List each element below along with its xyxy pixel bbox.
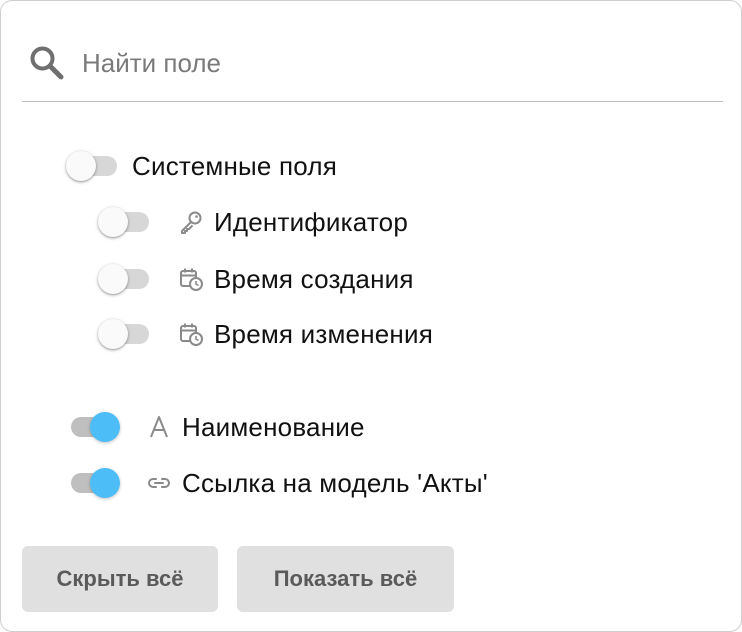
search-icon [30,46,64,80]
field-label: Время создания [214,263,414,294]
field-row-link-acts: Ссылка на модель 'Акты' [66,463,488,503]
hide-all-button[interactable]: Скрыть всё [22,546,218,612]
system-fields-group: Системные поля [66,146,337,186]
updated-at-toggle[interactable] [98,314,152,354]
field-label: Наименование [182,411,365,442]
system-fields-toggle[interactable] [66,146,120,186]
field-label: Время изменения [214,318,433,349]
created-at-toggle[interactable] [98,259,152,299]
link-icon [146,470,172,496]
search-input[interactable] [82,41,702,85]
system-fields-label: Системные поля [132,150,337,181]
calendar-clock-icon [178,321,204,347]
show-all-button[interactable]: Показать всё [237,546,454,612]
field-row-name: Наименование [66,407,365,447]
key-icon [178,209,204,235]
field-row-created-at: Время создания [98,259,414,299]
field-row-identifier: Идентификатор [98,202,408,242]
identifier-toggle[interactable] [98,202,152,242]
name-field-toggle[interactable] [66,407,120,447]
link-acts-toggle[interactable] [66,463,120,503]
calendar-clock-icon [178,266,204,292]
field-label: Идентификатор [214,206,408,237]
field-visibility-panel: Системные поля Идентификатор [0,0,742,632]
search-bar [22,23,723,102]
field-row-updated-at: Время изменения [98,314,433,354]
field-label: Ссылка на модель 'Акты' [182,467,488,498]
text-icon [146,414,172,440]
